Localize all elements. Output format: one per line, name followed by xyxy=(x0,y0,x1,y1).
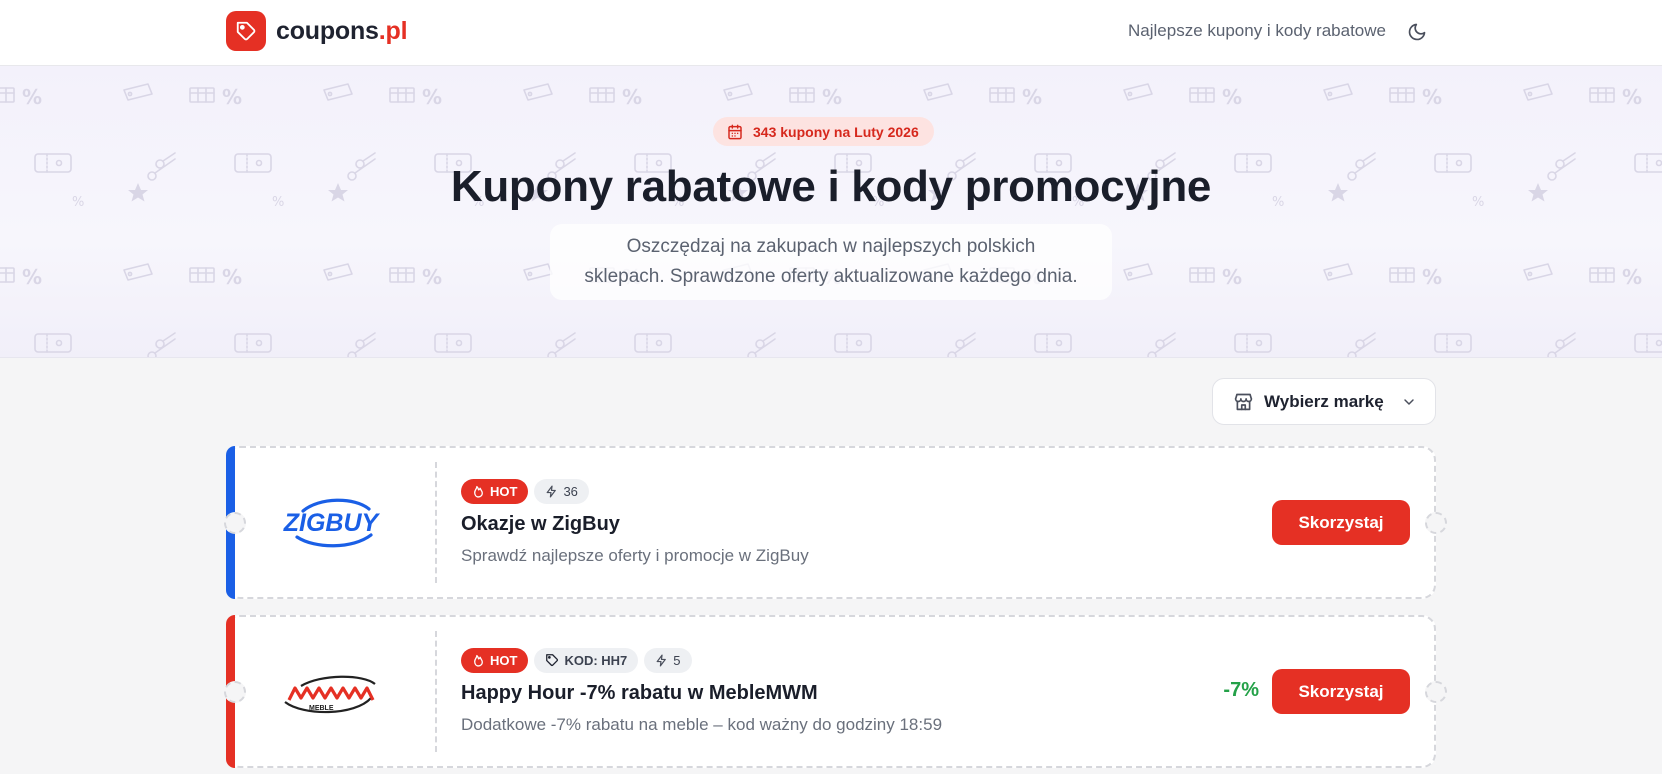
zigbuy-logo-text: ZIGBUY xyxy=(283,509,381,537)
coupon-description: Sprawdź najlepsze oferty i promocje w Zi… xyxy=(461,546,809,565)
hero-subtitle-line1: Oszczędzaj na zakupach w najlepszych pol… xyxy=(626,236,1036,257)
coupon-code-badge[interactable]: KOD: HH7 xyxy=(534,647,639,673)
dark-mode-toggle[interactable] xyxy=(1404,19,1430,45)
page-title: Kupony rabatowe i kody promocyjne xyxy=(450,162,1212,211)
coupon-chips: HOT KOD: HH7 5 xyxy=(461,647,942,673)
card-notch-left xyxy=(224,511,246,534)
coupon-title[interactable]: Happy Hour -7% rabatu w MebleMWM xyxy=(461,682,942,705)
moon-icon xyxy=(1408,23,1426,41)
hot-label: HOT xyxy=(490,652,518,668)
coupon-chips: HOT 36 xyxy=(461,478,809,504)
use-coupon-button[interactable]: Skorzystaj xyxy=(1272,669,1410,714)
coupon-code-text: KOD: HH7 xyxy=(564,652,628,668)
brand-select-dropdown[interactable]: Wybierz markę xyxy=(1212,378,1436,425)
coupon-count-badge: 343 kupony na Luty 2026 xyxy=(713,117,934,146)
hero-subtitle: Oszczędzaj na zakupach w najlepszych pol… xyxy=(550,224,1112,300)
store-icon xyxy=(1234,393,1253,411)
lightning-icon xyxy=(656,653,667,667)
logo-wordmark: coupons.pl xyxy=(276,16,408,46)
top-navigation: coupons.pl Najlepsze kupony i kody rabat… xyxy=(0,0,1662,66)
card-notch-right xyxy=(1425,511,1447,534)
uses-count: 36 xyxy=(563,483,578,499)
uses-badge: 5 xyxy=(644,647,692,673)
card-notch-left xyxy=(224,680,246,703)
uses-count: 5 xyxy=(673,652,681,668)
coupon-card: ZIGBUY HOT 36 Okazje w ZigBuy Sprawdź na… xyxy=(224,446,1447,599)
meblemwm-logo-sub: MEBLE xyxy=(309,705,334,712)
hot-badge: HOT xyxy=(461,647,529,673)
coupon-count-text: 343 kupony na Luty 2026 xyxy=(753,123,919,140)
brand-select-label: Wybierz markę xyxy=(1264,391,1384,411)
logo-main-text: coupons xyxy=(276,16,379,45)
flame-icon xyxy=(474,485,483,498)
card-notch-right xyxy=(1425,680,1447,703)
coupon-content: HOT KOD: HH7 5 Happy Hour -7% rabatu w M… xyxy=(461,647,942,735)
hot-badge: HOT xyxy=(461,478,529,504)
uses-badge: 36 xyxy=(534,478,589,504)
tag-icon xyxy=(226,11,266,51)
calendar-icon xyxy=(728,124,742,139)
site-logo[interactable]: coupons.pl xyxy=(226,11,408,51)
hero-section: % % % 343 kupony na Luty 2026 Kupony rab… xyxy=(0,66,1662,358)
lightning-icon xyxy=(547,484,557,498)
logo-tld-text: .pl xyxy=(378,16,408,45)
coupon-description: Dodatkowe -7% rabatu na meble – kod ważn… xyxy=(461,715,943,734)
header-tagline: Najlepsze kupony i kody rabatowe xyxy=(1128,21,1386,40)
coupon-content: HOT 36 Okazje w ZigBuy Sprawdź najlepsze… xyxy=(461,478,809,566)
coupon-title[interactable]: Okazje w ZigBuy xyxy=(461,513,809,536)
hero-subtitle-line2: sklepach. Sprawdzone oferty aktualizowan… xyxy=(584,266,1078,287)
zigbuy-logo[interactable]: ZIGBUY xyxy=(266,478,396,568)
discount-value: -7% xyxy=(1223,679,1259,701)
hot-label: HOT xyxy=(490,483,518,499)
card-divider xyxy=(435,631,437,752)
card-divider xyxy=(435,462,437,583)
meblemwm-logo[interactable]: MEBLE xyxy=(266,647,396,737)
chevron-down-icon xyxy=(1404,398,1414,405)
flame-icon xyxy=(474,654,483,667)
coupon-card: MEBLE HOT KOD: HH7 5 Happy Hour -7% raba… xyxy=(224,615,1447,768)
tag-icon xyxy=(546,654,559,666)
background-pattern: % % % xyxy=(0,66,1662,357)
use-coupon-button[interactable]: Skorzystaj xyxy=(1272,500,1410,545)
